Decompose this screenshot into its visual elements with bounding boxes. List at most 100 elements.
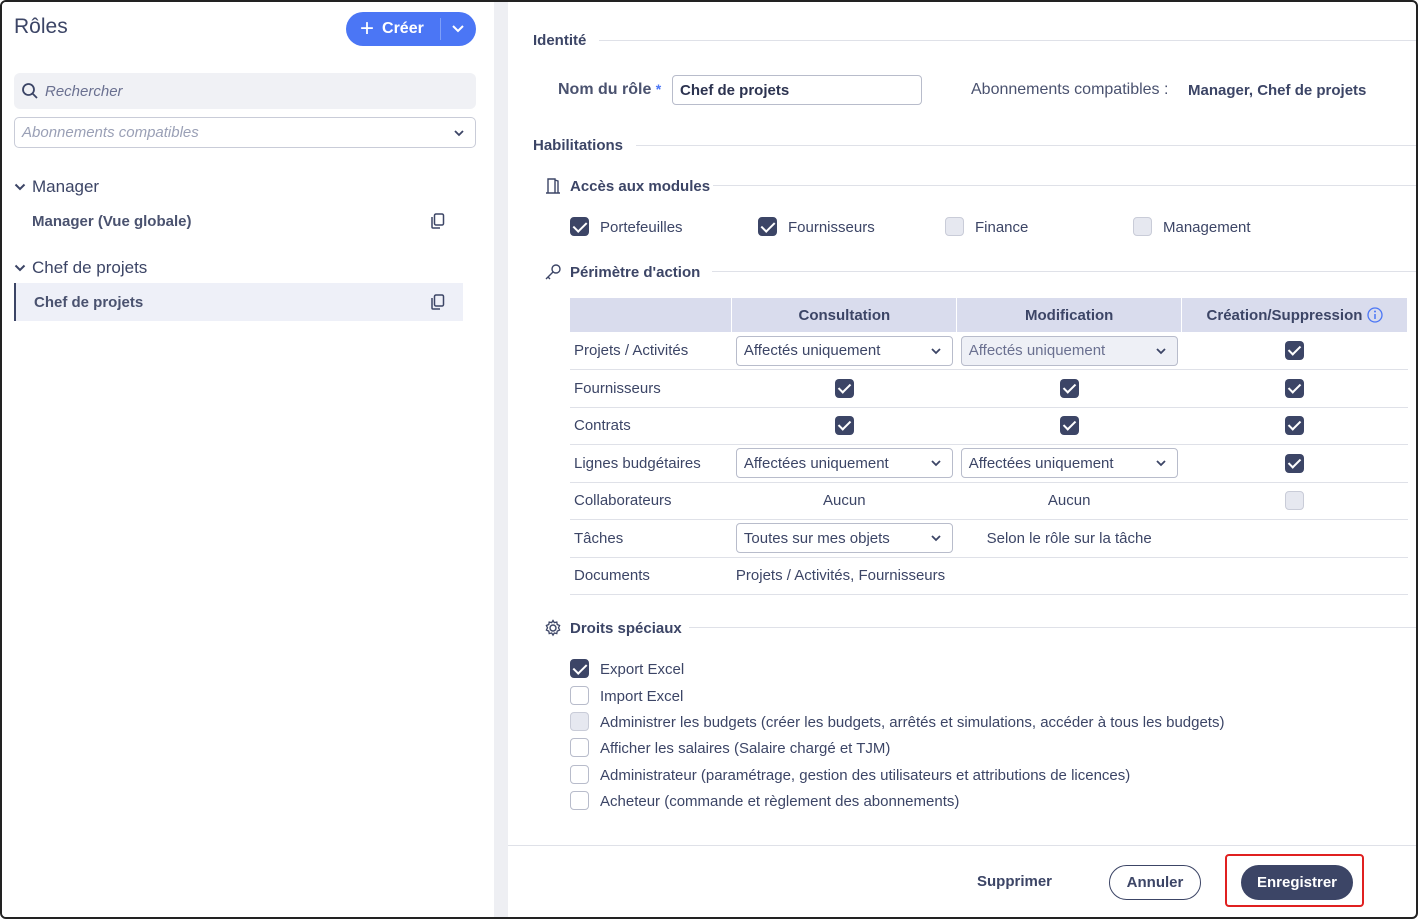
module-label: Fournisseurs: [788, 219, 875, 236]
row-label: Collaborateurs: [570, 482, 732, 520]
module-management-checkbox[interactable]: [1133, 217, 1152, 236]
module-finance-checkbox[interactable]: [945, 217, 964, 236]
module-fournisseurs-checkbox[interactable]: [758, 217, 777, 236]
module-label: Portefeuilles: [600, 219, 683, 236]
col-header: [570, 298, 733, 332]
consultation-select[interactable]: Affectés uniquement: [735, 335, 953, 366]
role-item-label: Manager (Vue globale): [32, 212, 192, 230]
door-icon: [546, 178, 560, 194]
sidebar-title: Rôles: [14, 15, 68, 38]
consultation-select[interactable]: Affectées uniquement: [735, 448, 953, 479]
cancel-button[interactable]: Annuler: [1109, 865, 1201, 900]
info-icon[interactable]: [1366, 306, 1383, 323]
compat-value: Manager, Chef de projets: [1188, 82, 1367, 99]
copy-icon[interactable]: [431, 294, 445, 310]
row-label: Contrats: [570, 407, 732, 445]
row-label: Documents: [570, 557, 732, 595]
delete-button[interactable]: Supprimer: [977, 873, 1052, 890]
role-name-label: Nom du rôle *: [558, 81, 662, 98]
modification-select[interactable]: Affectés uniquement: [960, 335, 1178, 366]
table-row: Collaborateurs Aucun Aucun: [570, 482, 1408, 520]
permissions-table: Consultation Modification Création/Suppr…: [570, 298, 1408, 595]
modification-checkbox[interactable]: [1059, 378, 1079, 398]
droit-export-excel-checkbox[interactable]: [570, 659, 589, 678]
consultation-checkbox[interactable]: [834, 416, 854, 436]
chevron-down-icon: [454, 130, 464, 137]
creation-checkbox[interactable]: [1285, 378, 1305, 398]
droit-import-excel-checkbox[interactable]: [570, 686, 589, 705]
creation-checkbox[interactable]: [1285, 491, 1305, 511]
section-habilitations: Habilitations: [533, 137, 624, 154]
row-label: Projets / Activités: [570, 332, 732, 370]
subscriptions-filter-select[interactable]: Abonnements compatibles: [14, 117, 476, 148]
chevron-down-icon: [1155, 460, 1166, 467]
role-item-manager-global[interactable]: Manager (Vue globale): [14, 202, 463, 240]
chevron-down-icon: [14, 183, 26, 191]
roles-sidebar: Rôles + Créer Rechercher Abonnements com…: [2, 2, 494, 917]
droit-label: Administrateur (paramétrage, gestion des…: [600, 767, 1131, 784]
creation-checkbox[interactable]: [1285, 453, 1305, 473]
module-label: Finance: [975, 219, 1029, 236]
role-item-chef-de-projets[interactable]: Chef de projets: [14, 283, 463, 321]
row-label: Tâches: [570, 519, 732, 558]
droit-label: Export Excel: [600, 661, 685, 678]
col-header: Création/Suppression: [1181, 298, 1408, 332]
droit-admin-budgets-checkbox[interactable]: [570, 712, 589, 731]
gear-icon: [545, 619, 561, 637]
role-name-input[interactable]: Chef de projets: [672, 75, 922, 105]
group-manager[interactable]: Manager: [14, 177, 99, 197]
creation-checkbox[interactable]: [1285, 341, 1305, 360]
droit-administrateur-checkbox[interactable]: [570, 765, 589, 784]
consultation-value: Aucun: [731, 482, 957, 520]
table-row: Documents Projets / Activités, Fournisse…: [570, 557, 1408, 595]
save-button[interactable]: Enregistrer: [1241, 865, 1353, 900]
module-portefeuilles-checkbox[interactable]: [570, 217, 589, 236]
copy-icon[interactable]: [431, 213, 445, 229]
plus-icon: +: [360, 15, 375, 42]
consultation-value: Projets / Activités, Fournisseurs: [731, 557, 1408, 595]
role-item-label: Chef de projets: [34, 293, 144, 311]
chevron-down-icon: [931, 460, 941, 467]
consultation-select[interactable]: Toutes sur mes objets: [735, 523, 953, 554]
compat-label: Abonnements compatibles :: [971, 81, 1169, 98]
filter-placeholder: Abonnements compatibles: [22, 124, 199, 141]
search-placeholder: Rechercher: [45, 82, 123, 100]
key-icon: [545, 264, 561, 280]
create-label: Créer: [382, 20, 424, 37]
modification-value: Aucun: [956, 482, 1182, 520]
group-label: Manager: [32, 177, 100, 196]
section-identity: Identité: [533, 32, 587, 49]
create-button[interactable]: + Créer: [346, 12, 476, 46]
search-input[interactable]: Rechercher: [14, 73, 476, 109]
chevron-down-icon[interactable]: [450, 20, 466, 36]
chevron-down-icon: [14, 264, 26, 272]
chevron-down-icon: [1155, 347, 1166, 354]
modification-checkbox[interactable]: [1059, 416, 1079, 436]
search-icon: [22, 83, 38, 99]
group-chef-de-projets[interactable]: Chef de projets: [14, 258, 147, 278]
table-row: Contrats: [570, 407, 1408, 445]
perimetre-heading: Périmètre d'action: [544, 263, 700, 281]
table-row: Fournisseurs: [570, 369, 1408, 408]
droit-acheteur-checkbox[interactable]: [570, 791, 589, 810]
table-row: Tâches Toutes sur mes objets Selon le rô…: [570, 519, 1408, 558]
col-header: Modification: [956, 298, 1183, 332]
consultation-checkbox[interactable]: [834, 378, 854, 398]
module-label: Management: [1163, 219, 1251, 236]
droit-label: Afficher les salaires (Salaire chargé et…: [600, 740, 891, 757]
app-frame: Rôles + Créer Rechercher Abonnements com…: [0, 0, 1418, 919]
table-row: Projets / Activités Affectés uniquement …: [570, 332, 1408, 370]
droit-label: Import Excel: [600, 688, 684, 705]
chevron-down-icon: [931, 347, 941, 354]
chevron-down-icon: [931, 535, 941, 542]
row-label: Fournisseurs: [570, 369, 732, 408]
droits-heading: Droits spéciaux: [544, 619, 682, 637]
droit-label: Administrer les budgets (créer les budge…: [600, 714, 1225, 731]
modification-select[interactable]: Affectées uniquement: [960, 448, 1178, 479]
droit-label: Acheteur (commande et règlement des abon…: [600, 793, 960, 810]
modification-value: Selon le rôle sur la tâche: [956, 519, 1182, 558]
droit-salaires-checkbox[interactable]: [570, 738, 589, 757]
panel-divider[interactable]: [494, 2, 508, 917]
creation-checkbox[interactable]: [1285, 416, 1305, 436]
col-header: Consultation: [731, 298, 958, 332]
